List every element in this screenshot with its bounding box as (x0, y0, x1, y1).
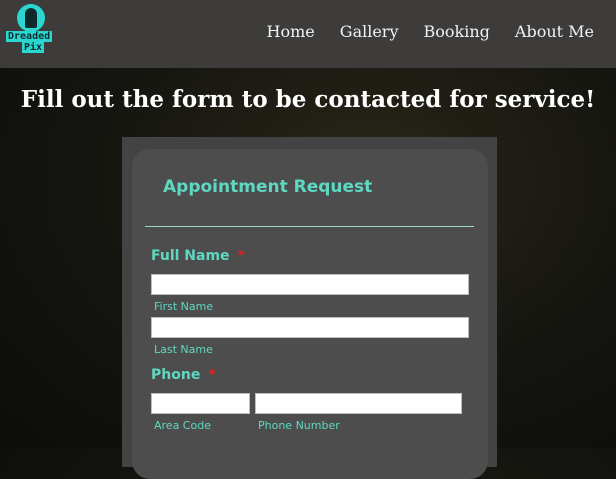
logo-text-line2: Pix (22, 42, 45, 53)
phone-number-sublabel: Phone Number (258, 419, 340, 432)
first-name-input[interactable] (151, 274, 469, 295)
phone-label-text: Phone (151, 367, 201, 383)
area-code-input[interactable] (151, 393, 250, 414)
logo-portrait-icon (17, 4, 45, 32)
full-name-label: Full Name * (151, 248, 245, 264)
navbar: Dreaded Pix Home Gallery Booking About M… (0, 0, 616, 68)
nav-link-home[interactable]: Home (267, 22, 315, 41)
page-heading: Fill out the form to be contacted for se… (20, 86, 596, 113)
phone-number-input[interactable] (255, 393, 462, 414)
appointment-form: Appointment Request Full Name * First Nam… (132, 149, 488, 479)
form-title: Appointment Request (163, 177, 373, 197)
phone-label: Phone * (151, 367, 216, 383)
nav-link-gallery[interactable]: Gallery (340, 22, 399, 41)
last-name-sublabel: Last Name (154, 343, 213, 356)
nav-link-about-me[interactable]: About Me (515, 22, 594, 41)
full-name-label-text: Full Name (151, 248, 230, 264)
required-mark: * (237, 248, 245, 264)
required-mark: * (208, 367, 216, 383)
nav-links: Home Gallery Booking About Me (267, 22, 594, 41)
logo[interactable]: Dreaded Pix (6, 4, 58, 56)
nav-link-booking[interactable]: Booking (424, 22, 490, 41)
last-name-input[interactable] (151, 317, 469, 338)
form-container: Appointment Request Full Name * First Nam… (122, 137, 497, 479)
form-divider (145, 226, 474, 227)
area-code-sublabel: Area Code (154, 419, 211, 432)
first-name-sublabel: First Name (154, 300, 214, 313)
logo-text-line1: Dreaded (6, 31, 53, 42)
